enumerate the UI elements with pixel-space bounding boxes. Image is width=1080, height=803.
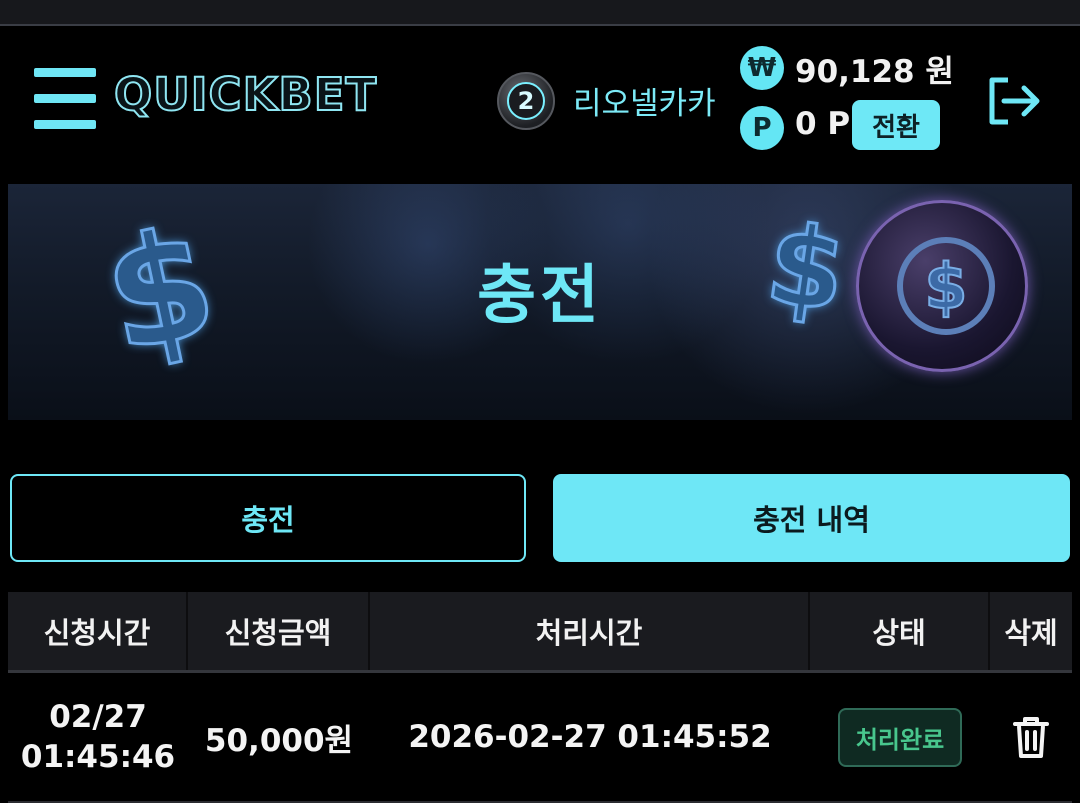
delete-cell: [990, 673, 1072, 801]
column-header-request-amount: 신청금액: [188, 592, 370, 670]
logout-icon[interactable]: [986, 76, 1042, 126]
username: 리오넬카카: [573, 86, 716, 122]
charge-history-table: 신청시간 신청금액 처리시간 상태 삭제 02/27 01:45:46 50,0…: [8, 592, 1072, 803]
trash-icon[interactable]: [1011, 715, 1051, 759]
request-time-cell: 02/27 01:45:46: [8, 673, 188, 801]
column-header-status: 상태: [810, 592, 990, 670]
top-status-bar: [0, 0, 1080, 26]
request-time: 01:45:46: [20, 739, 176, 775]
column-header-delete: 삭제: [1004, 616, 1058, 650]
request-amount: 50,000원: [204, 722, 354, 759]
request-date: 02/27: [49, 699, 147, 735]
point-icon: P: [740, 106, 784, 150]
column-header-request-time: 신청시간: [8, 592, 188, 670]
won-icon: ₩: [740, 46, 784, 90]
tab-charge[interactable]: 충전: [10, 474, 526, 562]
convert-button[interactable]: 전환: [852, 100, 940, 150]
page-banner: $ $ $ 충전: [8, 184, 1072, 420]
header: QUICKBET 2 리오넬카카 ₩ 90,128 원 P 0 P 전환: [0, 26, 1080, 176]
level-number: 2: [507, 82, 545, 120]
processed-time: 2026-02-27 01:45:52: [408, 719, 772, 755]
money-balance: 90,128 원: [795, 54, 954, 90]
table-row: 02/27 01:45:46 50,000원 2026-02-27 01:45:…: [8, 673, 1072, 803]
level-badge-icon: 2: [497, 72, 555, 130]
page-title: 충전: [477, 259, 603, 333]
logo[interactable]: QUICKBET: [113, 67, 377, 122]
point-balance: 0 P: [795, 106, 851, 142]
tab-charge-history[interactable]: 충전 내역: [553, 474, 1070, 562]
status-cell: 처리완료: [810, 673, 990, 801]
status-badge: 처리완료: [837, 707, 963, 767]
menu-icon[interactable]: [34, 68, 96, 130]
column-header-processed-time: 처리시간: [370, 592, 810, 670]
table-header: 신청시간 신청금액 처리시간 상태 삭제: [8, 592, 1072, 673]
